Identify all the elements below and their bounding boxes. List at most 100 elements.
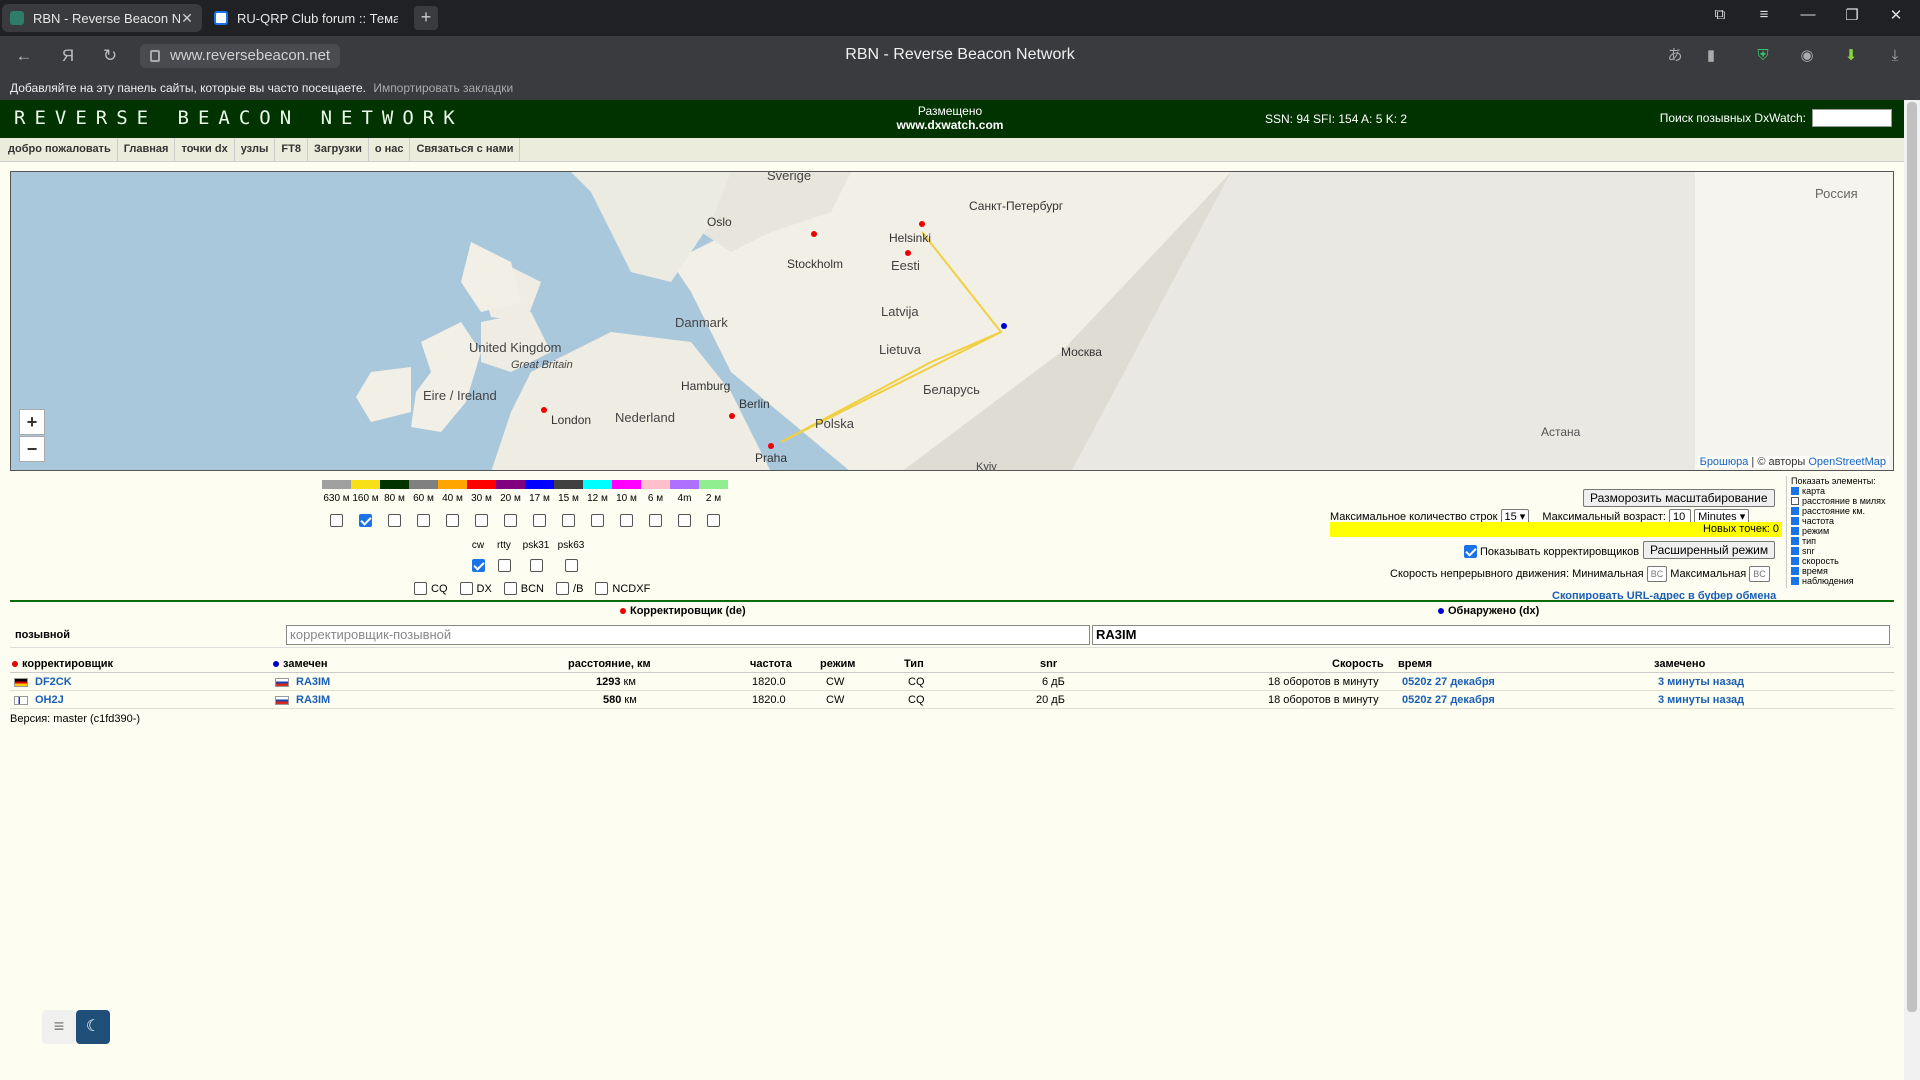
bookmark-icon[interactable]: ▮: [1700, 45, 1722, 67]
osm-link[interactable]: OpenStreetMap: [1808, 456, 1886, 468]
spotted-marker[interactable]: [1001, 323, 1007, 329]
type-dx-checkbox[interactable]: [459, 582, 473, 595]
show-item-checkbox[interactable]: [1791, 567, 1799, 575]
scrollbar-thumb[interactable]: [1907, 102, 1917, 1012]
close-icon[interactable]: ✕: [180, 10, 194, 27]
band-checkbox[interactable]: [620, 514, 633, 527]
spotter-marker[interactable]: [768, 443, 774, 449]
reload-icon[interactable]: ↻: [96, 44, 124, 68]
band-checkbox[interactable]: [330, 514, 343, 527]
url-field[interactable]: www.reversebeacon.net: [140, 44, 341, 68]
show-item-checkbox[interactable]: [1791, 517, 1799, 525]
hamburger-menu-icon[interactable]: ≡: [42, 1010, 76, 1044]
band-checkbox[interactable]: [562, 514, 575, 527]
time-link[interactable]: 0520z 27 декабря: [1402, 694, 1495, 706]
spotter-marker[interactable]: [541, 407, 547, 413]
col-mode[interactable]: режим: [820, 658, 855, 670]
col-snr[interactable]: snr: [1040, 658, 1057, 670]
band-checkbox[interactable]: [678, 514, 691, 527]
band-checkbox[interactable]: [649, 514, 662, 527]
zoom-in-button[interactable]: +: [19, 409, 45, 435]
menu-welcome[interactable]: добро пожаловать: [2, 138, 118, 161]
show-item-checkbox[interactable]: [1791, 487, 1799, 495]
band-checkbox[interactable]: [504, 514, 517, 527]
restore-icon[interactable]: ❐: [1838, 6, 1866, 24]
col-type[interactable]: Тип: [904, 658, 924, 670]
col-distance[interactable]: расстояние, км: [568, 658, 651, 670]
speed-max-input[interactable]: BC: [1749, 566, 1770, 582]
spotted-callsign[interactable]: RA3IM: [296, 694, 330, 706]
show-item-checkbox[interactable]: [1791, 557, 1799, 565]
dark-mode-moon-icon[interactable]: ☾: [76, 1010, 110, 1044]
col-time[interactable]: время: [1398, 658, 1432, 670]
new-tab-button[interactable]: +: [414, 6, 438, 30]
band-checkbox[interactable]: [707, 514, 720, 527]
mode-cw-checkbox[interactable]: [471, 559, 485, 572]
tab-rbn[interactable]: RBN - Reverse Beacon N ✕: [2, 4, 202, 32]
show-item-checkbox[interactable]: [1791, 497, 1799, 505]
show-item-checkbox[interactable]: [1791, 577, 1799, 585]
menu-ft8[interactable]: FT8: [275, 138, 308, 161]
spotter-callsign-input[interactable]: корректировщик-позывной: [286, 625, 1090, 645]
type-ncdxf-checkbox[interactable]: [595, 582, 609, 595]
map-canvas[interactable]: Sverige Oslo Stockholm Helsinki Санкт-Пе…: [11, 172, 1894, 471]
advanced-mode-button[interactable]: Расширенный режим: [1643, 541, 1776, 559]
shield-icon[interactable]: ⛨: [1752, 45, 1774, 67]
menu-about[interactable]: о нас: [369, 138, 411, 161]
seen-link[interactable]: 3 минуты назад: [1658, 694, 1744, 706]
band-checkbox[interactable]: [388, 514, 401, 527]
mode-psk63-checkbox[interactable]: [564, 559, 578, 572]
band-checkbox[interactable]: [591, 514, 604, 527]
menu-icon[interactable]: ≡: [1750, 6, 1778, 23]
show-item-checkbox[interactable]: [1791, 527, 1799, 535]
spotter-marker[interactable]: [811, 231, 817, 237]
col-seen[interactable]: замечено: [1654, 658, 1705, 670]
hosted-site-link[interactable]: www.dxwatch.com: [880, 118, 1020, 132]
downloads-icon[interactable]: ⤓: [1884, 45, 1906, 67]
zoom-out-button[interactable]: −: [19, 436, 45, 462]
band-checkbox[interactable]: [446, 514, 459, 527]
back-arrow-icon[interactable]: ←: [10, 44, 38, 68]
show-item-checkbox[interactable]: [1791, 537, 1799, 545]
band-checkbox[interactable]: [359, 514, 372, 527]
col-spotter[interactable]: корректировщик: [22, 658, 113, 670]
tabs-menu-icon[interactable]: ⧉: [1706, 6, 1734, 23]
spotted-callsign[interactable]: RA3IM: [296, 676, 330, 688]
mode-psk31-checkbox[interactable]: [529, 559, 543, 572]
yandex-icon[interactable]: Я: [54, 44, 82, 68]
spotter-callsign[interactable]: OH2J: [35, 694, 64, 706]
spotter-marker[interactable]: [729, 413, 735, 419]
band-checkbox[interactable]: [533, 514, 546, 527]
minimize-icon[interactable]: —: [1794, 6, 1822, 23]
menu-main[interactable]: Главная: [118, 138, 176, 161]
leaflet-link[interactable]: Брошюра: [1700, 456, 1749, 468]
seen-link[interactable]: 3 минуты назад: [1658, 676, 1744, 688]
show-item-checkbox[interactable]: [1791, 507, 1799, 515]
speed-min-input[interactable]: BC: [1646, 566, 1668, 582]
dx-search-input[interactable]: [1812, 109, 1892, 127]
download-arrow-icon[interactable]: ⬇: [1840, 45, 1862, 67]
col-speed[interactable]: Скорость: [1332, 658, 1384, 670]
menu-nodes[interactable]: узлы: [235, 138, 276, 161]
page-scrollbar[interactable]: [1904, 100, 1920, 1080]
translate-icon[interactable]: あ: [1664, 45, 1686, 67]
window-close-icon[interactable]: ✕: [1882, 6, 1910, 24]
type-b-checkbox[interactable]: [556, 582, 570, 595]
unfreeze-zoom-button[interactable]: Разморозить масштабирование: [1583, 489, 1775, 507]
spotter-marker[interactable]: [905, 250, 911, 256]
mode-rtty-checkbox[interactable]: [497, 559, 511, 572]
menu-dx-spots[interactable]: точки dx: [175, 138, 235, 161]
show-skimmers-checkbox[interactable]: [1464, 545, 1477, 558]
time-link[interactable]: 0520z 27 декабря: [1402, 676, 1495, 688]
menu-downloads[interactable]: Загрузки: [308, 138, 369, 161]
col-freq[interactable]: частота: [750, 658, 792, 670]
rbn-logo[interactable]: REVERSE BEACON NETWORK: [14, 107, 464, 129]
spotter-callsign[interactable]: DF2CK: [35, 676, 72, 688]
col-spotted[interactable]: замечен: [283, 658, 328, 670]
import-bookmarks-link[interactable]: Импортировать закладки: [373, 81, 513, 95]
menu-contact[interactable]: Связаться с нами: [410, 138, 521, 161]
band-checkbox[interactable]: [417, 514, 430, 527]
type-bcn-checkbox[interactable]: [503, 582, 517, 595]
spotter-marker[interactable]: [919, 221, 925, 227]
tab-ru-qrp[interactable]: RU-QRP Club forum :: Тема: [206, 4, 406, 32]
